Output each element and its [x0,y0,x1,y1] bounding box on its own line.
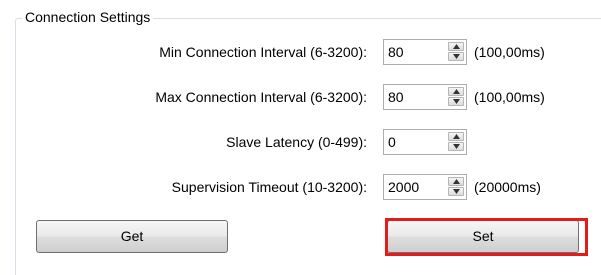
get-button[interactable]: Get [36,220,228,253]
chevron-down-icon[interactable] [448,52,464,61]
chevron-up-icon[interactable] [448,42,464,51]
connection-settings-panel: Connection Settings Min Connection Inter… [0,0,601,275]
chevron-down-icon[interactable] [448,187,464,196]
min-connection-interval-unit: (100,00ms) [474,44,545,60]
max-connection-interval-unit: (100,00ms) [474,89,545,105]
group-title: Connection Settings [22,8,154,26]
supervision-timeout-label: Supervision Timeout (10-3200): [171,179,367,195]
chevron-down-icon[interactable] [448,97,464,106]
supervision-timeout-unit: (20000ms) [474,179,541,195]
spin-buttons [448,132,464,152]
max-connection-interval-label: Max Connection Interval (6-3200): [155,89,367,105]
min-connection-interval-label: Min Connection Interval (6-3200): [159,44,367,60]
slave-latency-value[interactable]: 0 [388,133,396,151]
supervision-timeout-spinbox[interactable]: 2000 [383,174,467,200]
max-connection-interval-spinbox[interactable]: 80 [383,84,467,110]
chevron-up-icon[interactable] [448,177,464,186]
chevron-up-icon[interactable] [448,87,464,96]
set-button[interactable]: Set [387,220,579,253]
slave-latency-label: Slave Latency (0-499): [226,134,367,150]
min-connection-interval-value[interactable]: 80 [388,43,404,61]
slave-latency-spinbox[interactable]: 0 [383,129,467,155]
max-connection-interval-value[interactable]: 80 [388,88,404,106]
supervision-timeout-value[interactable]: 2000 [388,178,419,196]
spin-buttons [448,177,464,197]
chevron-down-icon[interactable] [448,142,464,151]
min-connection-interval-spinbox[interactable]: 80 [383,39,467,65]
spin-buttons [448,87,464,107]
spin-buttons [448,42,464,62]
chevron-up-icon[interactable] [448,132,464,141]
